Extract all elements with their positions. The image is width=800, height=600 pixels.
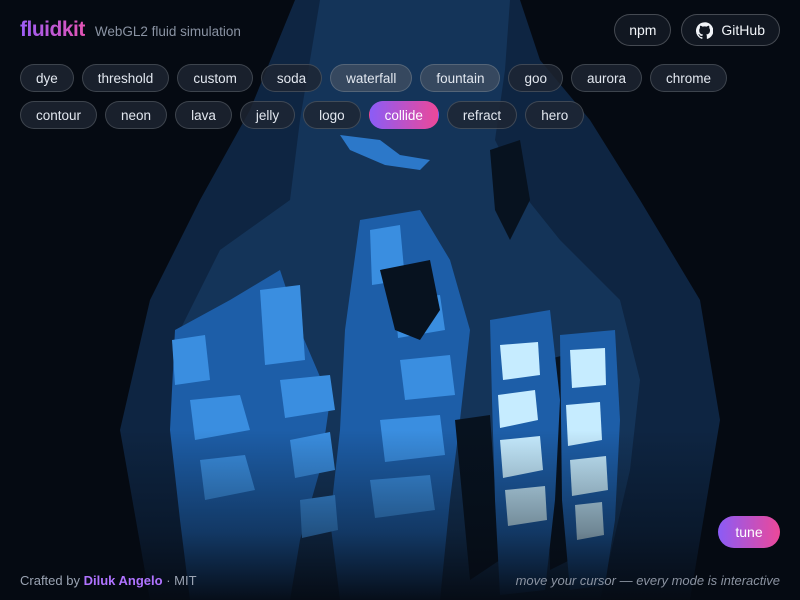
- mode-chip-label: fountain: [436, 70, 485, 86]
- mode-chip-label: custom: [193, 70, 237, 86]
- mode-chip-label: collide: [384, 107, 423, 123]
- mode-chip-chrome[interactable]: chrome: [650, 64, 728, 92]
- mode-chip-hero[interactable]: hero: [525, 101, 585, 129]
- brand: fluidkit WebGL2 fluid simulation: [20, 18, 241, 42]
- mode-chip-custom[interactable]: custom: [177, 64, 253, 92]
- mode-chip-label: neon: [121, 107, 152, 123]
- mode-chip-label: aurora: [586, 70, 627, 86]
- mode-chip-label: refract: [462, 107, 502, 123]
- github-label: GitHub: [721, 22, 765, 38]
- mode-chip-refract[interactable]: refract: [446, 101, 518, 129]
- mode-chip-label: dye: [36, 70, 58, 86]
- mode-chip-aurora[interactable]: aurora: [570, 64, 643, 92]
- npm-button[interactable]: npm: [614, 14, 672, 46]
- tune-button[interactable]: tune: [718, 516, 780, 548]
- tune-label: tune: [735, 524, 763, 540]
- mode-chip-soda[interactable]: soda: [260, 64, 323, 92]
- mode-chip-label: contour: [36, 107, 82, 123]
- mode-chip-fountain[interactable]: fountain: [420, 64, 501, 92]
- mode-chip-label: soda: [276, 70, 307, 86]
- mode-chip-label: goo: [524, 70, 547, 86]
- license-text: · MIT: [166, 573, 197, 588]
- github-button[interactable]: GitHub: [681, 14, 780, 46]
- mode-chip-contour[interactable]: contour: [20, 101, 98, 129]
- mode-chip-label: jelly: [255, 107, 280, 123]
- footer-credits: Crafted by Diluk Angelo · MIT: [20, 573, 197, 588]
- mode-chip-label: logo: [319, 107, 345, 123]
- mode-chip-logo[interactable]: logo: [303, 101, 361, 129]
- mode-chip-threshold[interactable]: threshold: [81, 64, 170, 92]
- mode-chip-label: hero: [541, 107, 569, 123]
- mode-chip-bar: dye threshold custom soda waterfall foun…: [20, 64, 740, 129]
- mode-chip-jelly[interactable]: jelly: [239, 101, 296, 129]
- mode-chip-label: threshold: [97, 70, 154, 86]
- brand-subtitle: WebGL2 fluid simulation: [94, 24, 241, 39]
- crafted-by-text: Crafted by: [20, 573, 80, 588]
- github-icon: [696, 21, 714, 39]
- mode-chip-goo[interactable]: goo: [508, 64, 563, 92]
- author-link[interactable]: Diluk Angelo: [84, 573, 163, 588]
- brand-logo: fluidkit: [20, 18, 85, 41]
- npm-label: npm: [629, 22, 657, 38]
- mode-chip-collide[interactable]: collide: [368, 101, 439, 129]
- interaction-hint: move your cursor — every mode is interac…: [515, 573, 780, 588]
- mode-chip-label: waterfall: [346, 70, 397, 86]
- mode-chip-label: lava: [191, 107, 216, 123]
- mode-chip-label: chrome: [666, 70, 712, 86]
- mode-chip-dye[interactable]: dye: [20, 64, 74, 92]
- mode-chip-neon[interactable]: neon: [105, 101, 168, 129]
- mode-chip-lava[interactable]: lava: [175, 101, 232, 129]
- header-actions: npm GitHub: [614, 14, 780, 46]
- mode-chip-waterfall[interactable]: waterfall: [330, 64, 413, 92]
